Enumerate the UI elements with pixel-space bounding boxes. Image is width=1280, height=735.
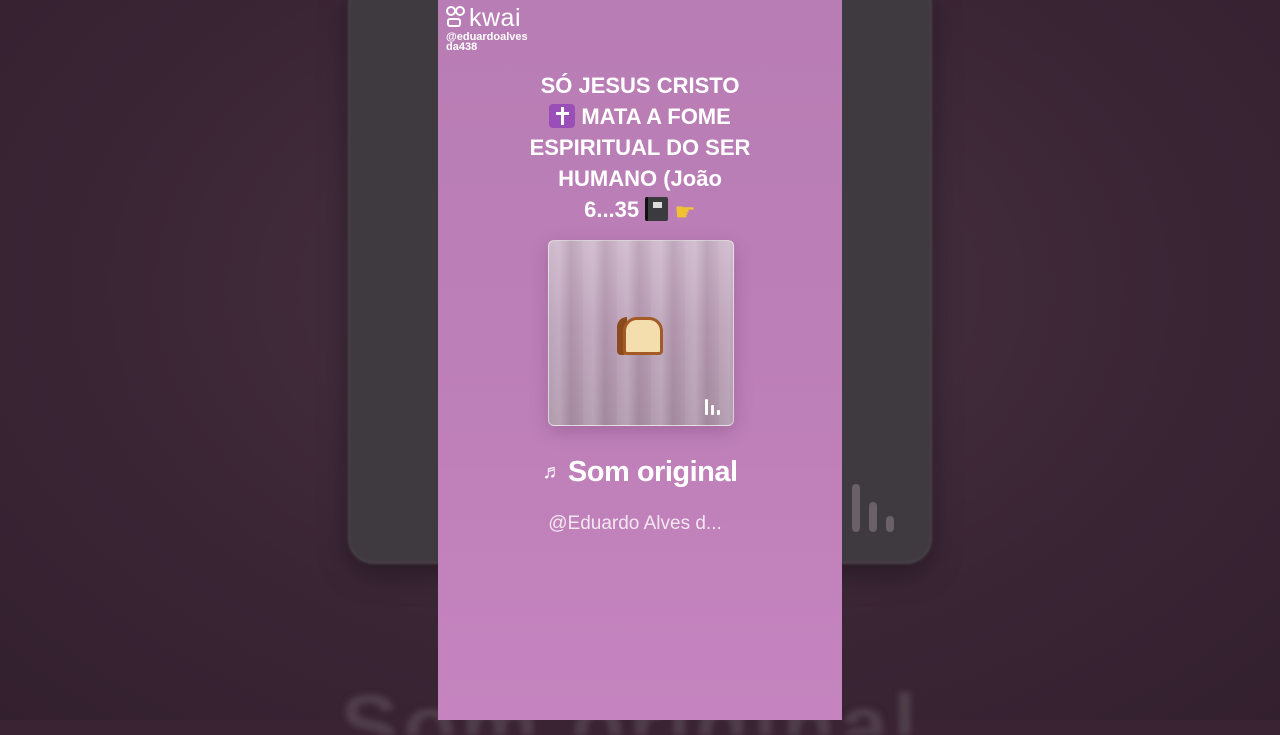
brand-handle: @eduardoalvesda438 [446, 31, 528, 53]
caption-line: 6...35 ☛ [498, 194, 782, 225]
caption-line: HUMANO (João [558, 166, 722, 191]
kwai-logo-icon [446, 6, 466, 30]
caption-line-text: MATA A FOME [581, 104, 731, 129]
kwai-watermark: kwai @eduardoalvesda438 [446, 4, 532, 53]
notebook-emoji-icon [645, 197, 669, 221]
music-note-icon: ♬ [542, 461, 562, 483]
sound-author[interactable]: @Eduardo Alves d... [438, 513, 832, 535]
bread-emoji-icon [617, 309, 665, 355]
sound-title[interactable]: ♬ Som original [438, 456, 842, 489]
sound-title-text: Som original [567, 456, 738, 488]
caption-line: ESPIRITUAL DO SER [529, 135, 751, 160]
video-panel[interactable]: kwai @eduardoalvesda438 SÓ JESUS CRISTO … [438, 0, 842, 720]
video-caption: SÓ JESUS CRISTO MATA A FOME ESPIRITUAL D… [498, 70, 782, 225]
pointing-hand-emoji-icon: ☛ [674, 199, 696, 226]
sound-artwork[interactable] [548, 240, 734, 426]
caption-line: MATA A FOME [498, 101, 782, 132]
caption-line: SÓ JESUS CRISTO [540, 73, 740, 98]
brand-name: kwai [469, 4, 522, 32]
blurred-audio-bars-icon [852, 484, 902, 532]
audio-bars-icon [705, 399, 723, 415]
latin-cross-emoji-icon [549, 104, 576, 128]
caption-line-text: 6...35 [584, 197, 640, 222]
